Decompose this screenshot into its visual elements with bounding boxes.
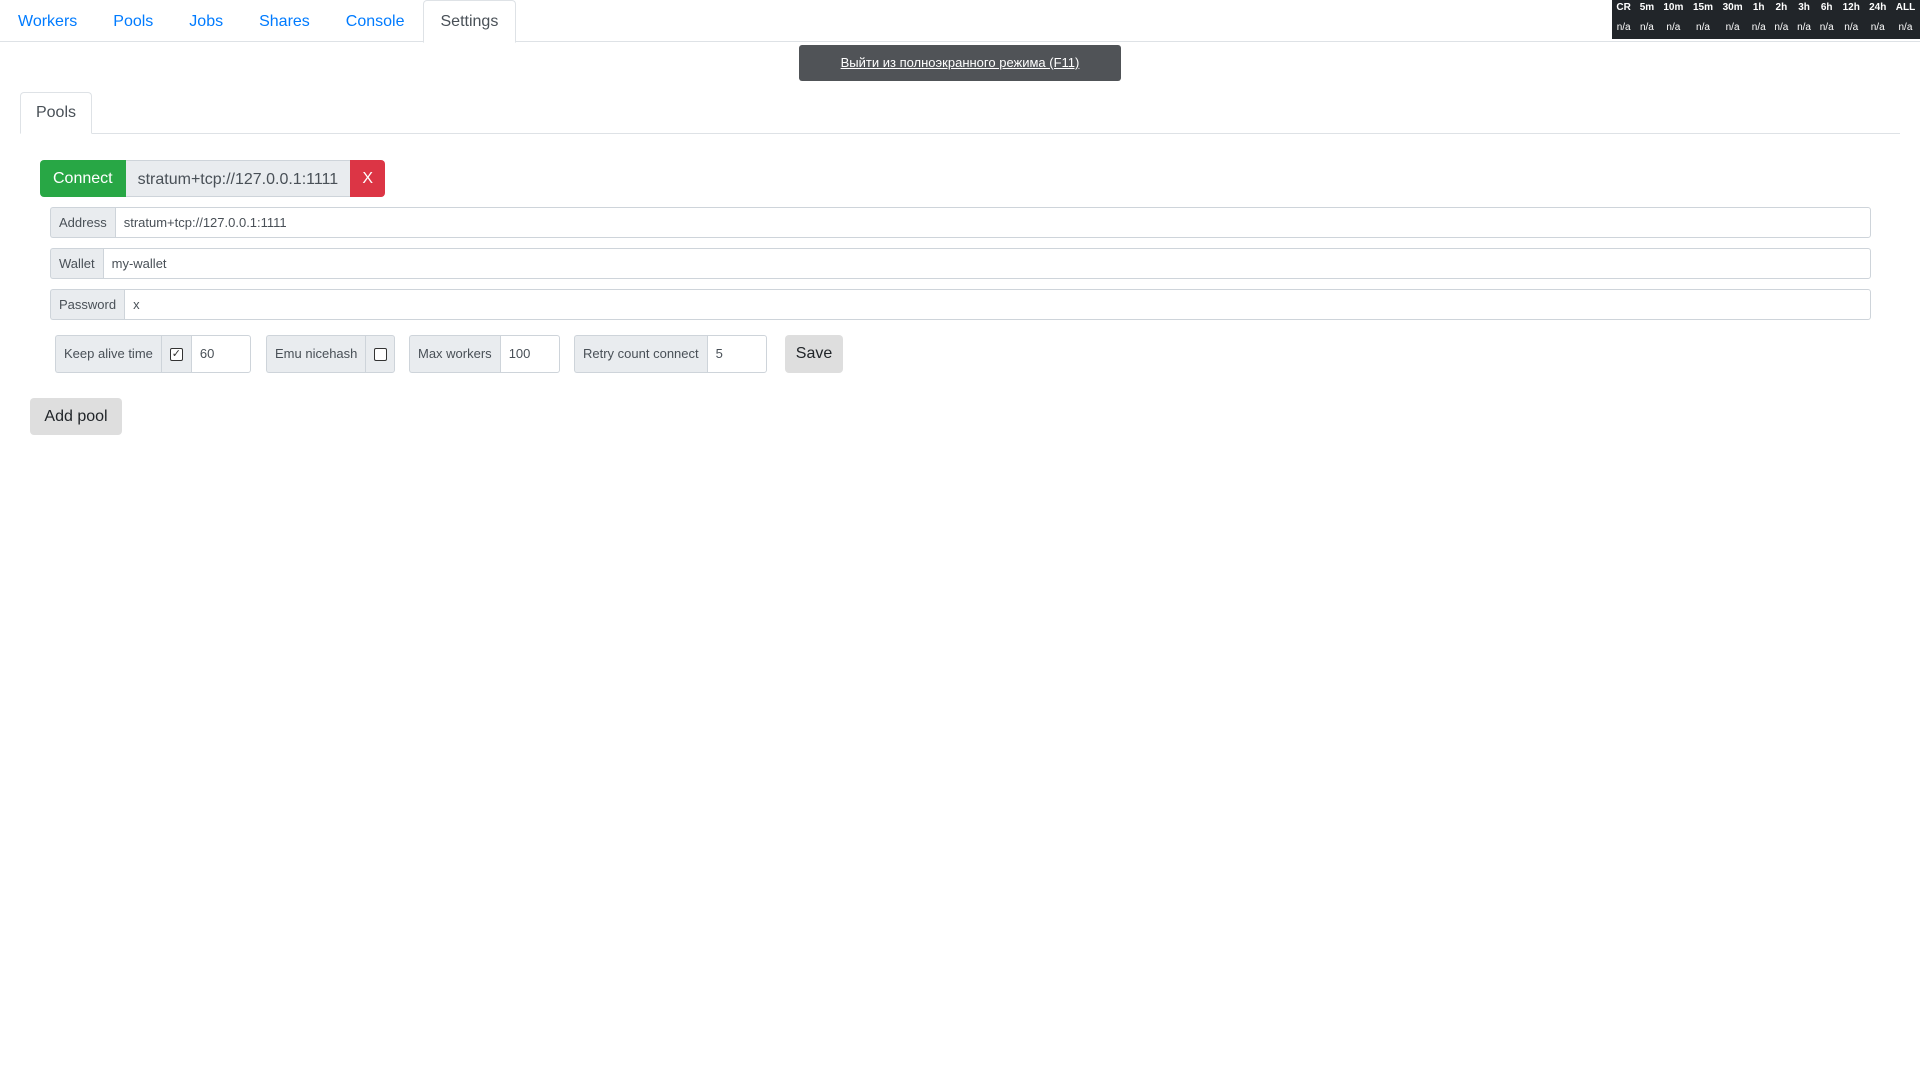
keep-alive-group: Keep alive time ✓ 60 [55, 335, 251, 373]
max-workers-label: Max workers [409, 335, 500, 373]
address-group: Address stratum+tcp://127.0.0.1:1111 [50, 207, 1871, 238]
stats-value: n/a [1751, 21, 1766, 33]
retry-count-group: Retry count connect 5 [574, 335, 767, 373]
add-pool-button[interactable]: Add pool [30, 398, 122, 435]
retry-count-label: Retry count connect [574, 335, 707, 373]
password-label: Password [50, 289, 125, 320]
save-button[interactable]: Save [785, 335, 843, 373]
tab-shares[interactable]: Shares [241, 0, 328, 42]
max-workers-group: Max workers 100 [409, 335, 560, 373]
emu-nicehash-checkbox[interactable] [373, 347, 387, 361]
keep-alive-checkbox[interactable]: ✓ [169, 347, 183, 361]
stats-header: 6h [1820, 2, 1833, 13]
keep-alive-checkbox-cell: ✓ [160, 335, 191, 373]
stats-value: n/a [1844, 21, 1859, 33]
stats-values-row: n/a n/a n/a n/a n/a n/a n/a n/a n/a n/a … [1612, 15, 1920, 39]
stats-value: n/a [1696, 21, 1710, 33]
stats-header: 12h [1842, 2, 1860, 13]
retry-count-input[interactable]: 5 [706, 335, 767, 373]
wallet-group: Wallet my-wallet [50, 248, 1871, 279]
stats-header: 15m [1692, 2, 1713, 13]
max-workers-input[interactable]: 100 [499, 335, 560, 373]
emu-nicehash-group: Emu nicehash [266, 335, 396, 373]
tab-workers[interactable]: Workers [0, 0, 95, 42]
emu-nicehash-checkbox-cell [365, 335, 396, 373]
stats-value: n/a [1797, 21, 1811, 33]
stats-value: n/a [1870, 21, 1885, 33]
pool-address-display: stratum+tcp://127.0.0.1:1111 [125, 160, 351, 197]
hashrate-stats-table: CR 5m 10m 15m 30m 1h 2h 3h 6h 12h 24h AL… [1612, 0, 1920, 39]
stats-header: 1h [1752, 2, 1765, 13]
stats-value: n/a [1774, 21, 1789, 33]
stats-header: 5m [1639, 2, 1655, 13]
exit-fullscreen-banner: Выйти из полноэкранного режима (F11) [799, 45, 1121, 81]
emu-nicehash-label: Emu nicehash [266, 335, 366, 373]
remove-pool-button[interactable]: X [350, 160, 386, 197]
stats-header: 24h [1869, 2, 1887, 13]
stats-value: n/a [1639, 21, 1654, 33]
settings-tab-pools[interactable]: Pools [20, 92, 92, 134]
wallet-label: Wallet [50, 248, 103, 279]
stats-header: 10m [1663, 2, 1684, 13]
tab-jobs[interactable]: Jobs [171, 0, 241, 42]
stats-value: n/a [1666, 21, 1681, 33]
tab-settings[interactable]: Settings [422, 0, 517, 43]
wallet-input[interactable]: my-wallet [102, 248, 1871, 279]
address-input[interactable]: stratum+tcp://127.0.0.1:1111 [114, 207, 1871, 238]
stats-value: n/a [1898, 21, 1913, 33]
stats-header: 30m [1722, 2, 1743, 13]
connect-button[interactable]: Connect [40, 160, 126, 197]
keep-alive-input[interactable]: 60 [190, 335, 251, 373]
password-group: Password x [50, 289, 1871, 320]
stats-value: n/a [1616, 21, 1631, 33]
address-label: Address [50, 207, 115, 238]
keep-alive-label: Keep alive time [55, 335, 161, 373]
stats-value: n/a [1725, 21, 1740, 33]
tab-console[interactable]: Console [328, 0, 423, 42]
stats-header: 3h [1798, 2, 1810, 13]
stats-header: 2h [1775, 2, 1788, 13]
password-input[interactable]: x [124, 289, 1871, 320]
stats-header: ALL [1895, 2, 1916, 13]
pool-header-group: Connect stratum+tcp://127.0.0.1:1111 X [40, 160, 386, 197]
exit-fullscreen-link[interactable]: Выйти из полноэкранного режима (F11) [841, 55, 1080, 70]
tab-pools[interactable]: Pools [95, 0, 171, 42]
stats-header: CR [1616, 2, 1631, 13]
stats-value: n/a [1819, 21, 1834, 33]
stats-header-row: CR 5m 10m 15m 30m 1h 2h 3h 6h 12h 24h AL… [1612, 0, 1920, 15]
settings-tabs: Pools [20, 92, 1900, 134]
